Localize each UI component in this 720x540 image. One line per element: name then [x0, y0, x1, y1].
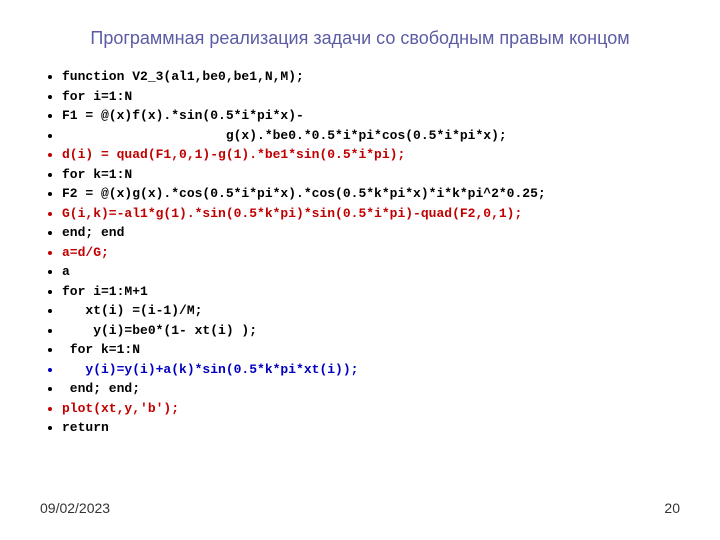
- code-line: xt(i) =(i-1)/M;: [62, 301, 680, 321]
- code-line: F1 = @(x)f(x).*sin(0.5*i*pi*x)-: [62, 106, 680, 126]
- code-line: for k=1:N: [62, 340, 680, 360]
- code-line: end; end;: [62, 379, 680, 399]
- code-line: a: [62, 262, 680, 282]
- code-line: G(i,k)=-al1*g(1).*sin(0.5*k*pi)*sin(0.5*…: [62, 204, 680, 224]
- code-line: F2 = @(x)g(x).*cos(0.5*i*pi*x).*cos(0.5*…: [62, 184, 680, 204]
- code-line: g(x).*be0.*0.5*i*pi*cos(0.5*i*pi*x);: [62, 126, 680, 146]
- code-list: function V2_3(al1,be0,be1,N,M);for i=1:N…: [40, 67, 680, 438]
- footer-page-number: 20: [664, 500, 680, 516]
- code-line: y(i)=y(i)+a(k)*sin(0.5*k*pi*xt(i));: [62, 360, 680, 380]
- code-line: function V2_3(al1,be0,be1,N,M);: [62, 67, 680, 87]
- code-line: end; end: [62, 223, 680, 243]
- code-line: for k=1:N: [62, 165, 680, 185]
- code-line: d(i) = quad(F1,0,1)-g(1).*be1*sin(0.5*i*…: [62, 145, 680, 165]
- footer-date: 09/02/2023: [40, 500, 110, 516]
- code-line: return: [62, 418, 680, 438]
- code-line: plot(xt,y,'b');: [62, 399, 680, 419]
- code-line: for i=1:M+1: [62, 282, 680, 302]
- slide-title: Программная реализация задачи со свободн…: [40, 28, 680, 49]
- code-line: y(i)=be0*(1- xt(i) );: [62, 321, 680, 341]
- code-line: a=d/G;: [62, 243, 680, 263]
- code-line: for i=1:N: [62, 87, 680, 107]
